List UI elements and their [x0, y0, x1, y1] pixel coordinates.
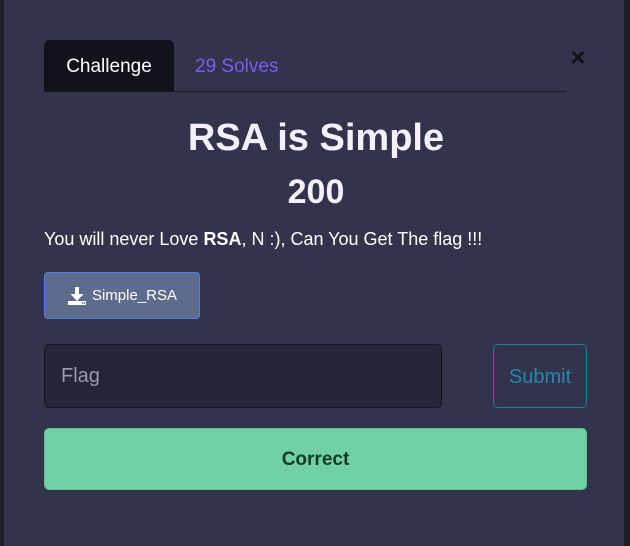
file-name: Simple_RSA — [91, 287, 178, 304]
close-icon[interactable]: × — [567, 44, 589, 70]
tab-challenge[interactable]: Challenge — [44, 40, 174, 91]
submit-button[interactable]: Submit — [493, 344, 587, 408]
challenge-tabs: Challenge 29 Solves — [44, 40, 566, 92]
description-text-end: , N :), Can You Get The flag !!! — [241, 229, 483, 249]
description-text: You will never Love — [44, 229, 204, 249]
challenge-description: You will never Love RSA, N :), Can You G… — [44, 226, 604, 252]
result-notification: Correct — [44, 428, 587, 490]
flag-input[interactable] — [44, 344, 442, 408]
download-icon — [67, 286, 87, 306]
download-file-button[interactable]: Simple_RSA — [44, 272, 200, 319]
challenge-title: RSA is Simple — [187, 117, 445, 159]
challenge-points: 200 — [287, 173, 345, 211]
challenge-modal: Challenge 29 Solves × RSA is Simple 200 … — [4, 0, 624, 546]
tab-solves[interactable]: 29 Solves — [195, 40, 278, 91]
description-bold: RSA — [203, 229, 242, 249]
